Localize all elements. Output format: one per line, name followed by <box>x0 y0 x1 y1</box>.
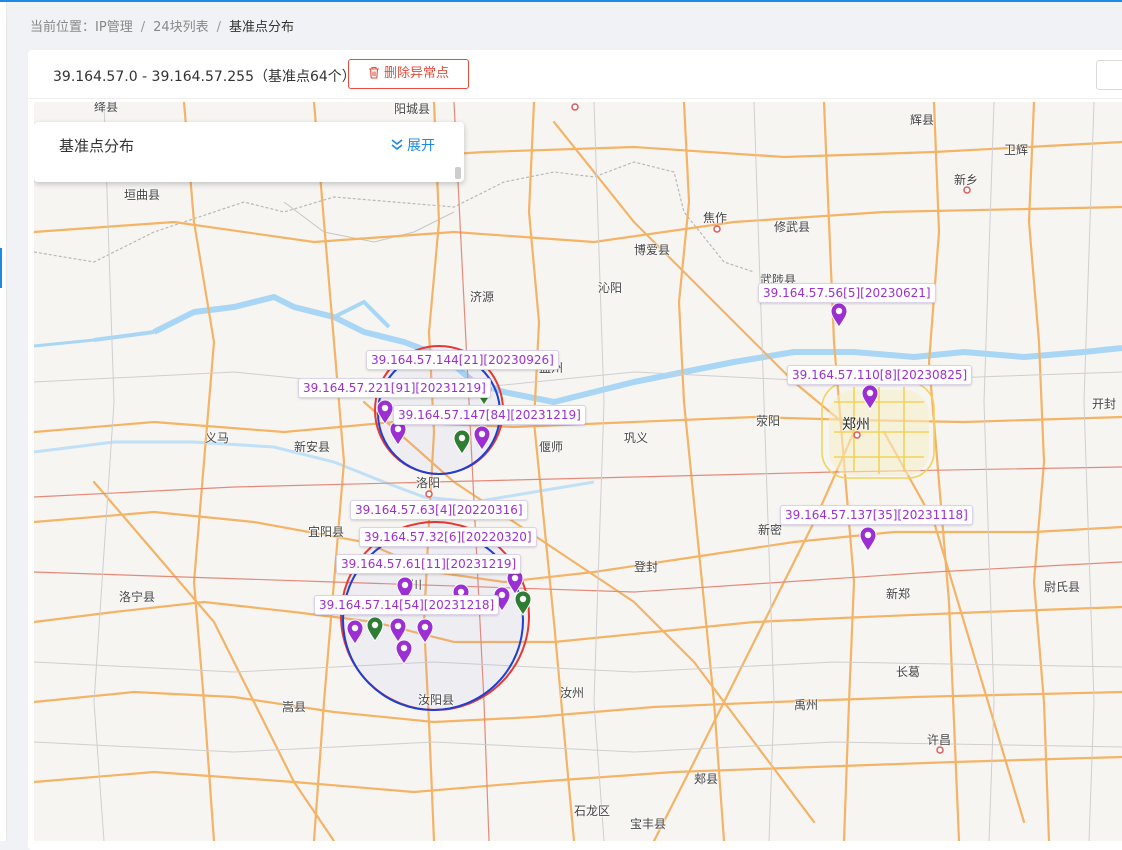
map-base-layer <box>34 102 1122 841</box>
panel-scrollbar[interactable] <box>455 167 461 179</box>
breadcrumb-prefix: 当前位置： <box>30 20 96 35</box>
ip-range-text: 39.164.57.0 - 39.164.57.255（基准点64个） <box>53 69 356 85</box>
card-header: 39.164.57.0 - 39.164.57.255（基准点64个） 删除异常… <box>28 50 1122 99</box>
breadcrumb-separator: / <box>140 20 146 35</box>
panel-title: 基准点分布 <box>59 137 135 155</box>
map-canvas[interactable]: 绛县 阳城县 辉县 卫辉 垣曲县 新乡 焦作 修武县 博爱县 沁阳 济源 武陟县… <box>34 102 1122 841</box>
map-marker-green[interactable] <box>453 429 471 455</box>
place-label: 济源 <box>470 290 495 304</box>
trash-icon <box>368 66 379 79</box>
map-marker[interactable] <box>473 425 491 451</box>
marker-tag[interactable]: 39.164.57.32[6][20220320] <box>359 527 537 547</box>
expand-label: 展开 <box>407 138 435 154</box>
place-label: 义马 <box>205 431 230 445</box>
place-label: 博爱县 <box>634 243 671 257</box>
top-accent-line <box>0 0 1122 2</box>
map-marker[interactable] <box>859 526 877 552</box>
map-marker[interactable] <box>861 384 879 410</box>
marker-tag[interactable]: 39.164.57.137[35][20231118] <box>780 505 973 525</box>
place-label: 新安县 <box>294 440 331 454</box>
double-chevron-down-icon <box>391 139 403 151</box>
place-label: 汝阳县 <box>418 693 455 707</box>
place-label: 新密 <box>758 523 783 537</box>
map-marker[interactable] <box>346 619 364 645</box>
marker-tag[interactable]: 39.164.57.144[21][20230926] <box>366 350 559 370</box>
place-label: 洛宁县 <box>119 590 156 604</box>
place-label: 尉氏县 <box>1044 580 1081 594</box>
place-label: 石龙区 <box>574 804 611 818</box>
marker-tag[interactable]: 39.164.57.61[11][20231219] <box>336 554 522 574</box>
place-label: 汝州 <box>560 686 585 700</box>
delete-button-label: 删除异常点 <box>383 66 449 81</box>
place-label: 宝丰县 <box>630 817 667 831</box>
distribution-panel: 基准点分布 展开 <box>34 122 464 182</box>
place-label: 偃师 <box>539 440 564 454</box>
place-label: 新乡 <box>954 173 979 187</box>
place-label: 辉县 <box>910 113 935 127</box>
place-label: 荥阳 <box>756 414 781 428</box>
place-label: 卫辉 <box>1004 143 1029 157</box>
breadcrumb-item-ip-management[interactable]: IP管理 <box>95 20 133 35</box>
place-label: 修武县 <box>774 220 811 234</box>
place-label: 禹州 <box>794 698 819 712</box>
marker-tag[interactable]: 39.164.57.14[54][20231218] <box>314 595 500 615</box>
place-label: 长葛 <box>896 665 921 679</box>
place-label: 洛阳 <box>416 476 441 490</box>
map-marker-green[interactable] <box>366 616 384 642</box>
map-marker[interactable] <box>395 639 413 665</box>
sidebar-active-marker <box>0 248 2 288</box>
place-label: 郏县 <box>694 772 719 786</box>
place-label-zhengzhou: 郑州 <box>842 417 870 433</box>
marker-tag[interactable]: 39.164.57.56[5][20230621] <box>758 283 936 303</box>
place-label: 阳城县 <box>394 102 431 116</box>
map-marker-green[interactable] <box>514 590 532 616</box>
breadcrumb-item-current: 基准点分布 <box>229 20 295 35</box>
place-label: 焦作 <box>703 211 728 225</box>
breadcrumb-item-list[interactable]: 24块列表 <box>153 20 209 35</box>
delete-abnormal-points-button[interactable]: 删除异常点 <box>348 59 469 89</box>
place-label: 许昌 <box>927 733 952 747</box>
expand-button[interactable]: 展开 <box>390 135 435 155</box>
sidebar-collapsed <box>0 2 7 841</box>
marker-tag[interactable]: 39.164.57.63[4][20220316] <box>350 500 528 520</box>
place-label: 嵩县 <box>282 700 307 714</box>
place-label: 巩义 <box>624 431 649 445</box>
marker-tag[interactable]: 39.164.57.147[84][20231219] <box>393 405 586 425</box>
place-label: 沁阳 <box>598 281 623 295</box>
place-label: 登封 <box>634 560 659 574</box>
place-label: 绛县 <box>94 102 119 114</box>
map-marker[interactable] <box>416 618 434 644</box>
marker-tag[interactable]: 39.164.57.110[8][20230825] <box>787 365 973 385</box>
toolbar-button[interactable] <box>1096 60 1122 90</box>
map-marker[interactable] <box>830 302 848 328</box>
place-label: 宜阳县 <box>308 525 345 539</box>
breadcrumb-separator: / <box>216 20 222 35</box>
place-label: 新郑 <box>886 587 911 601</box>
breadcrumb: 当前位置：IP管理 / 24块列表 / 基准点分布 <box>30 16 294 35</box>
place-label: 垣曲县 <box>124 188 161 202</box>
place-label: 开封 <box>1092 397 1117 411</box>
marker-tag[interactable]: 39.164.57.221[91][20231219] <box>298 378 491 398</box>
